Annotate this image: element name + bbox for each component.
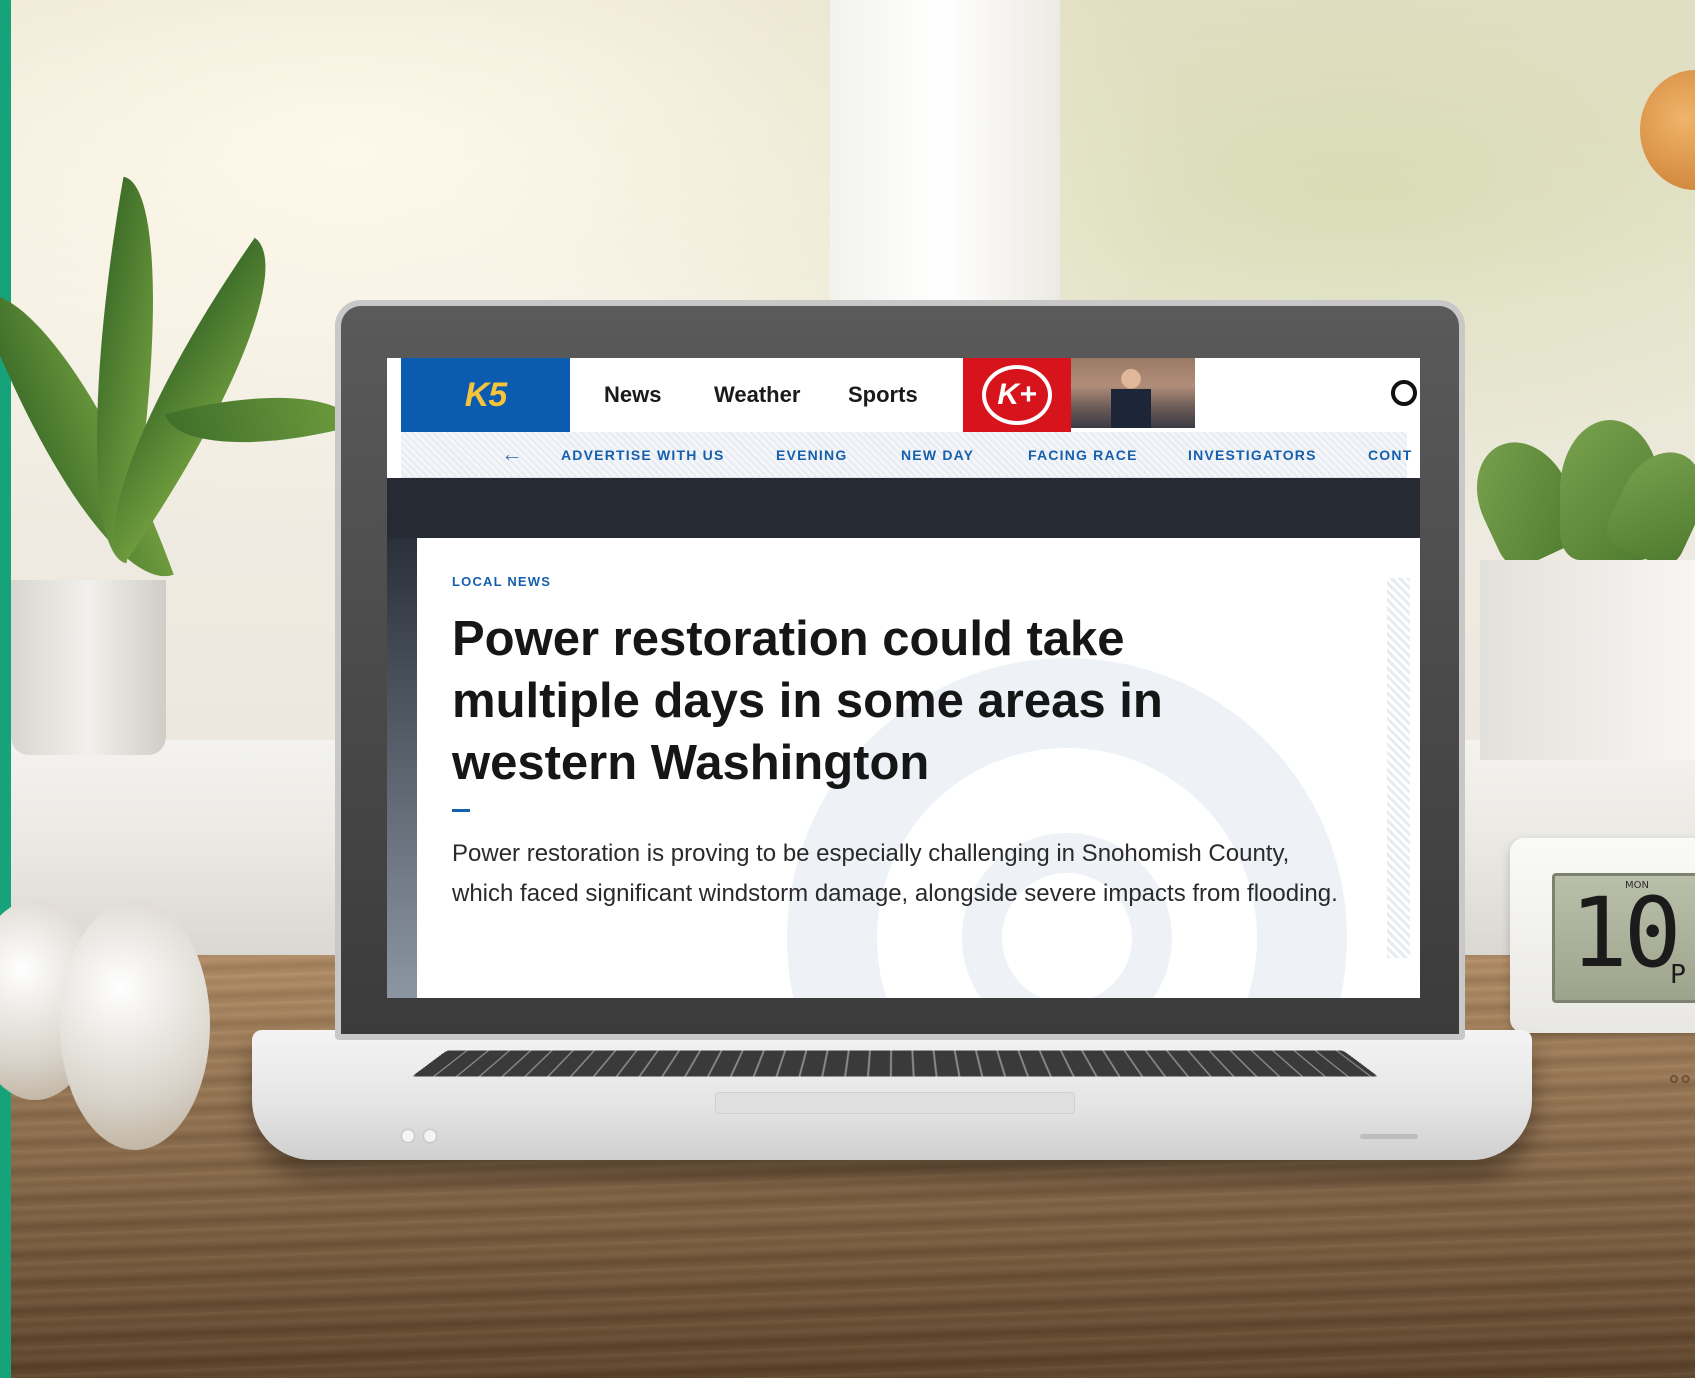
laptop-keyboard — [412, 1050, 1378, 1076]
anchor-figure — [1111, 368, 1151, 428]
headphone-earcup — [60, 900, 210, 1150]
article-headline: Power restoration could take multiple da… — [452, 608, 1252, 794]
nav-weather[interactable]: Weather — [714, 382, 800, 408]
article-header: LOCAL NEWS Power restoration could take … — [417, 538, 1410, 998]
kplus-logo: K+ — [982, 365, 1052, 425]
kplus-logo-button[interactable]: K+ — [963, 358, 1071, 432]
site-logo[interactable]: K5 — [401, 358, 570, 432]
succulent-pot — [1480, 560, 1695, 760]
decorative-rings: ᐤᐤ — [1668, 1068, 1691, 1103]
live-video-thumbnail[interactable] — [1071, 358, 1195, 428]
nav-news[interactable]: News — [604, 382, 661, 408]
laptop-trackpad — [715, 1092, 1075, 1114]
subnav-investigators[interactable]: INVESTIGATORS — [1188, 447, 1317, 463]
page-gutter — [387, 538, 417, 998]
headline-divider — [452, 809, 470, 812]
status-led — [424, 1130, 436, 1142]
green-edge-bar — [0, 0, 11, 1378]
article-category[interactable]: LOCAL NEWS — [452, 574, 551, 589]
subnav-cont[interactable]: CONT — [1368, 447, 1412, 463]
logo-text: K5 — [465, 376, 506, 415]
nav-sports[interactable]: Sports — [848, 382, 918, 408]
clock-ampm: P — [1670, 960, 1686, 990]
search-icon[interactable] — [1391, 380, 1417, 406]
laptop-slot — [1360, 1134, 1418, 1139]
arrow-left-icon[interactable]: ← — [501, 441, 523, 467]
subnav-evening[interactable]: EVENING — [776, 447, 847, 463]
decorative-hatch — [1387, 578, 1410, 958]
dark-banner — [387, 478, 1420, 538]
sub-navigation: ← ADVERTISE WITH US EVENING NEW DAY FACI… — [401, 432, 1407, 478]
article-summary: Power restoration is proving to be espec… — [452, 834, 1352, 914]
subnav-facing-race[interactable]: FACING RACE — [1028, 447, 1138, 463]
window-frame — [830, 0, 1060, 300]
plant-pot — [11, 580, 166, 755]
laptop-screen: K5 News Weather Sports K+ ← ADVERTISE WI… — [387, 358, 1420, 998]
site-header: K5 News Weather Sports K+ — [401, 358, 1407, 432]
status-led — [402, 1130, 414, 1142]
subnav-advertise[interactable]: ADVERTISE WITH US — [561, 447, 725, 463]
subnav-new-day[interactable]: NEW DAY — [901, 447, 974, 463]
